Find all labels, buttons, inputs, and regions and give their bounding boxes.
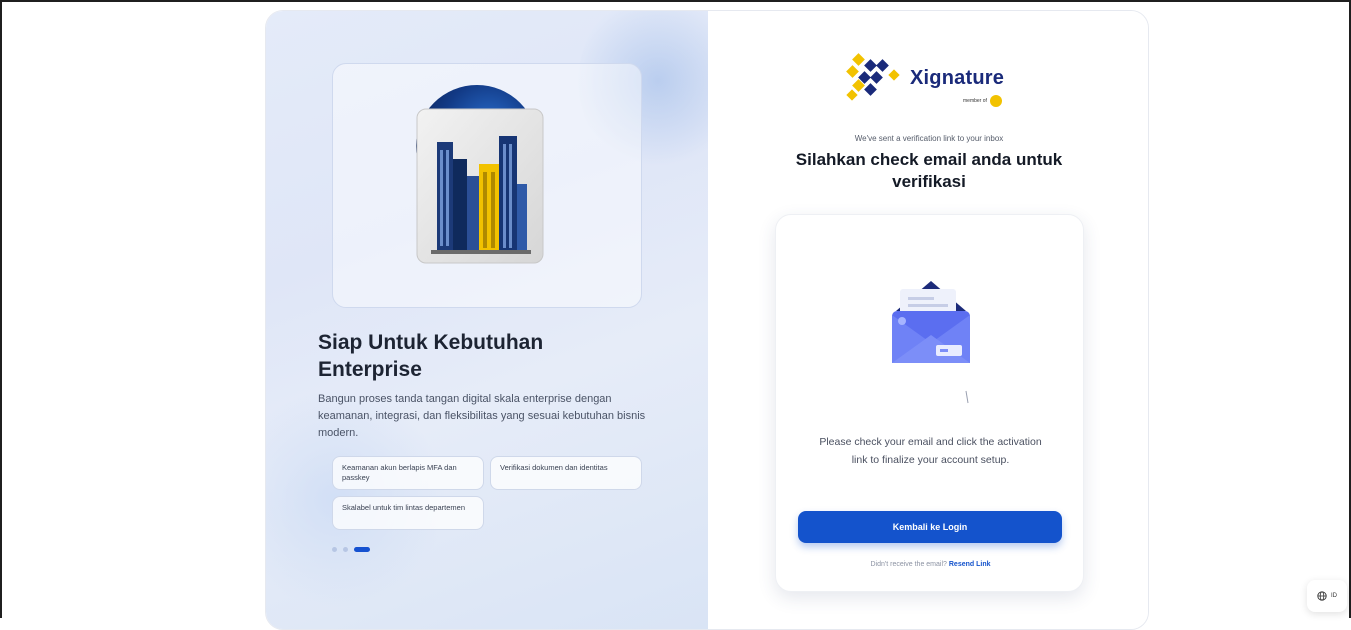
parent-company-logo-icon bbox=[989, 95, 1002, 107]
verification-card: Please check your email and click the ac… bbox=[775, 214, 1084, 592]
xignature-logo-icon bbox=[846, 53, 900, 101]
carousel-description: Bangun proses tanda tangan digital skala… bbox=[318, 393, 646, 439]
member-of-label: member of bbox=[963, 98, 987, 104]
carousel-panel: Siap Untuk Kebutuhan Enterprise Bangun p… bbox=[266, 11, 738, 629]
open-envelope-icon bbox=[892, 281, 970, 404]
verification-title: Silahkan check email anda untuk verifika… bbox=[795, 150, 1063, 191]
brand-logo: Xignature member of bbox=[844, 53, 1024, 113]
carousel-title: Siap Untuk Kebutuhan Enterprise bbox=[318, 331, 544, 381]
brand-name: Xignature bbox=[910, 67, 1005, 89]
member-of: member of bbox=[963, 95, 1002, 107]
feature-chip: Skalabel untuk tim lintas departemen bbox=[332, 496, 484, 530]
feature-chip: Verifikasi dokumen dan identitas bbox=[490, 456, 642, 490]
language-code: ID bbox=[1331, 593, 1337, 599]
back-to-login-button[interactable]: Kembali ke Login bbox=[798, 511, 1062, 543]
carousel-pagination bbox=[332, 547, 370, 552]
language-switcher[interactable]: ID bbox=[1307, 580, 1347, 612]
verification-subtitle: We've sent a verification link to your i… bbox=[854, 134, 1004, 143]
carousel-dot-2[interactable] bbox=[343, 547, 348, 552]
verification-message: Please check your email and click the ac… bbox=[819, 436, 1042, 466]
verification-panel: Xignature member of We've sent a verific… bbox=[708, 11, 1148, 629]
auth-card: Siap Untuk Kebutuhan Enterprise Bangun p… bbox=[265, 10, 1149, 630]
enterprise-buildings-icon bbox=[416, 85, 544, 264]
resend-row: Didn't receive the email? Resend Link bbox=[776, 561, 1085, 568]
carousel-dot-3[interactable] bbox=[354, 547, 370, 552]
carousel-illustration-frame bbox=[332, 63, 642, 308]
browser-viewport: Siap Untuk Kebutuhan Enterprise Bangun p… bbox=[0, 0, 1351, 630]
resend-prompt: Didn't receive the email? bbox=[870, 561, 947, 568]
feature-chip: Keamanan akun berlapis MFA dan passkey bbox=[332, 456, 484, 490]
resend-link[interactable]: Resend Link bbox=[949, 561, 991, 568]
carousel-dot-1[interactable] bbox=[332, 547, 337, 552]
globe-icon bbox=[1317, 591, 1327, 601]
